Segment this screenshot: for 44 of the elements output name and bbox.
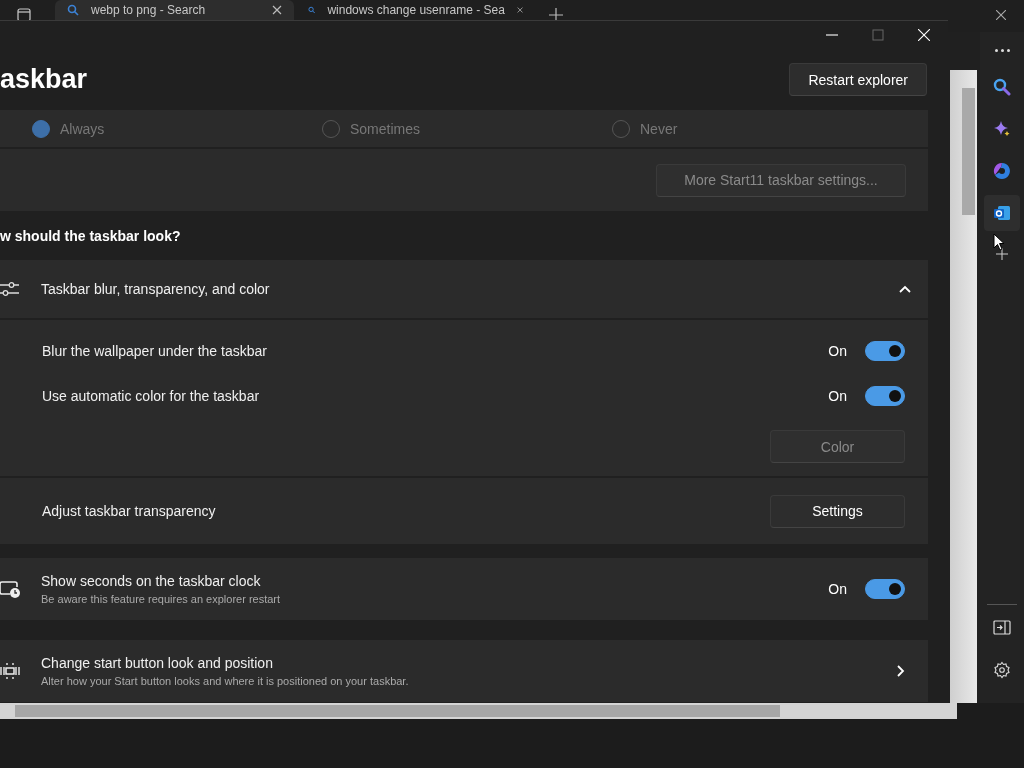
group-title: Taskbar blur, transparency, and color	[41, 281, 270, 297]
close-icon[interactable]	[996, 10, 1006, 20]
toggle-switch[interactable]	[865, 385, 905, 406]
side-panel-icon[interactable]	[993, 619, 1011, 637]
browser-tab[interactable]: webp to png - Search	[55, 0, 294, 20]
chevron-icon[interactable]	[899, 285, 911, 293]
browser-tab[interactable]: windows change usenrame - Sea	[296, 0, 535, 20]
new-tab-icon[interactable]	[549, 8, 563, 22]
search-icon	[308, 4, 316, 16]
setting-label: Use automatic color for the taskbar	[42, 387, 260, 404]
horizontal-scrollbar[interactable]	[0, 703, 957, 719]
toggle-state: On	[828, 581, 847, 597]
navigation-card[interactable]: Change start button look and position Alter how your Start button looks and where it is positioned on your taskbar.	[0, 640, 928, 702]
close-icon[interactable]	[272, 5, 282, 15]
toggle-state: On	[828, 387, 847, 404]
card-subtitle: Be aware this feature requires an explorer restart	[41, 593, 281, 605]
search-icon[interactable]	[993, 78, 1011, 96]
position-icon	[0, 662, 21, 680]
setting-label: Adjust taskbar transparency	[42, 503, 216, 519]
restart-button[interactable]: Restart explorer	[789, 63, 927, 96]
mail-app-icon[interactable]	[984, 195, 1020, 231]
page-title: askbar	[0, 64, 88, 95]
section-heading: w should the taskbar look?	[0, 227, 181, 244]
card-title: Change start button look and position	[41, 655, 274, 671]
card-title: Show seconds on the taskbar clock	[41, 573, 262, 589]
chevron-icon	[897, 665, 905, 677]
card-subtitle: Alter how your Start button looks and where it is positioned on your taskbar.	[41, 675, 409, 687]
setting-label: Blur the wallpaper under the taskbar	[42, 342, 267, 359]
toggle-switch[interactable]	[865, 340, 905, 361]
plus-icon[interactable]	[996, 248, 1008, 260]
tab-actions-icon[interactable]	[17, 8, 31, 22]
tab-title: webp to png - Search	[91, 3, 207, 17]
expander-header[interactable]: Taskbar blur, transparency, and color	[0, 260, 928, 318]
sparkle-icon[interactable]	[993, 120, 1011, 138]
toggle-switch[interactable]	[865, 579, 905, 599]
search-icon	[67, 4, 79, 16]
toggle-state: On	[828, 342, 847, 359]
vertical-scrollbar[interactable]	[950, 70, 977, 703]
swirl-icon[interactable]	[993, 162, 1011, 180]
sliders-icon	[0, 280, 21, 298]
tab-title: windows change usenrame - Sea	[327, 3, 505, 17]
mouse-pointer-icon	[993, 233, 1005, 251]
settings-icon[interactable]	[993, 661, 1011, 679]
settings-button[interactable]: Settings	[770, 494, 905, 528]
